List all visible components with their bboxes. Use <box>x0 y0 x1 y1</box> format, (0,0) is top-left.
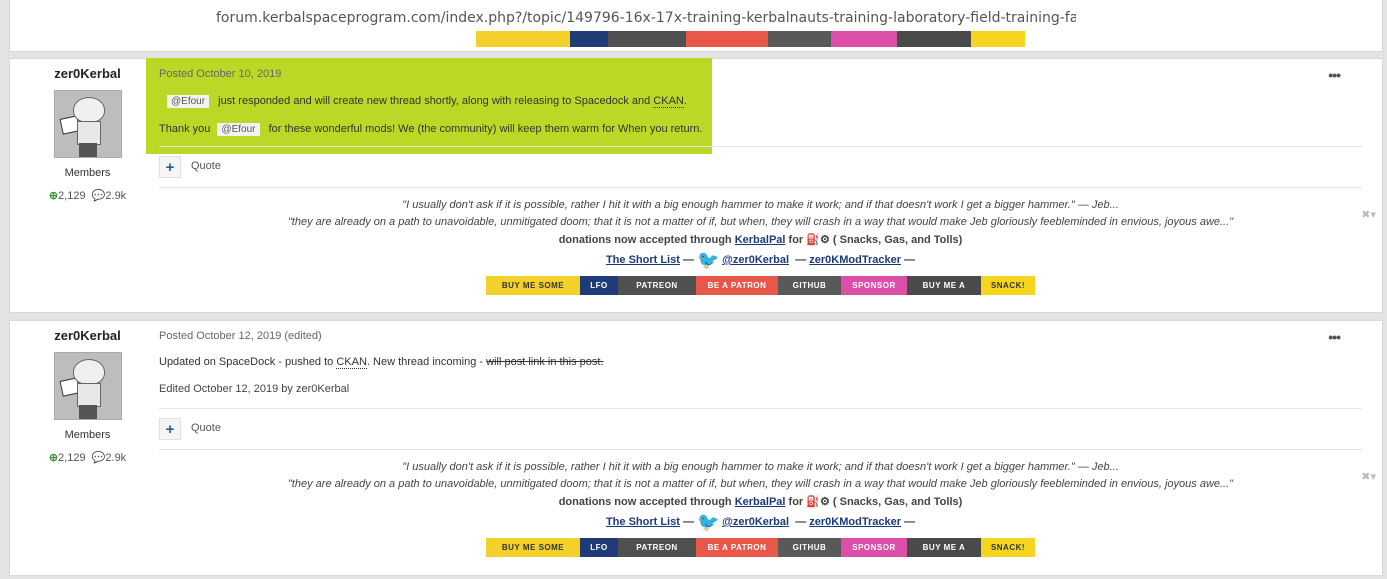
donation-line: donations now accepted through KerbalPal… <box>558 496 963 508</box>
kerbalpal-link[interactable]: KerbalPal <box>735 234 786 246</box>
badge-patreon[interactable]: PATREON <box>618 276 696 295</box>
fuel-icons: ⛽⚙ <box>806 496 830 508</box>
ckan-abbr: CKAN <box>336 356 367 369</box>
quote-button[interactable]: Quote <box>191 422 221 434</box>
author-group: Members <box>64 167 111 179</box>
hide-signature-icon[interactable]: ✖▾ <box>1361 208 1376 221</box>
post-controls: + Quote <box>159 408 1362 450</box>
mod-tracker-link[interactable]: zer0KModTracker <box>809 516 901 528</box>
badge-github[interactable]: GITHUB <box>778 538 841 557</box>
signature-quote: "I usually don't ask if it is possible, … <box>402 199 1119 211</box>
donation-badges: BUY ME SOME LFO PATREON BE A PATRON GITH… <box>159 276 1362 295</box>
short-list-link[interactable]: The Short List <box>606 516 680 528</box>
reputation-icon: ⊕ <box>48 452 59 464</box>
multiquote-plus-icon[interactable]: + <box>159 418 181 440</box>
signature-quote: "they are already on a path to unavoidab… <box>287 478 1234 490</box>
forum-post: zer0Kerbal Members ⊕2,129 💬2.9k Posted O… <box>9 58 1383 313</box>
post-date: Posted October 10, 2019 <box>159 68 282 80</box>
avatar[interactable] <box>53 90 122 158</box>
reputation-count: 2,129 <box>58 452 86 464</box>
donation-badges: BUY ME SOME LFO PATREON BE A PATRON GITH… <box>159 538 1362 557</box>
badge-sponsor[interactable]: SPONSOR <box>841 276 907 295</box>
posts-icon: 💬 <box>91 190 106 202</box>
signature-quote: "they are already on a path to unavoidab… <box>287 216 1234 228</box>
author-group: Members <box>64 429 111 441</box>
twitter-icon: 🐦 <box>697 512 720 533</box>
post-controls: + Quote <box>159 146 1362 188</box>
badge-snack[interactable]: SNACK! <box>981 276 1035 295</box>
address-bar[interactable]: forum.kerbalspaceprogram.com/index.php?/… <box>206 5 1076 31</box>
fuel-icons: ⛽⚙ <box>806 234 830 246</box>
twitter-handle-link[interactable]: @zer0Kerbal <box>722 254 789 266</box>
signature-quote: "I usually don't ask if it is possible, … <box>402 461 1119 473</box>
edited-note: Edited October 12, 2019 by zer0Kerbal <box>159 383 350 395</box>
badge-sponsor[interactable]: SPONSOR <box>841 538 907 557</box>
author-name[interactable]: zer0Kerbal <box>10 66 165 81</box>
quote-button[interactable]: Quote <box>191 160 221 172</box>
avatar[interactable] <box>53 352 122 420</box>
post-menu-icon[interactable]: ••• <box>1328 67 1341 83</box>
twitter-icon: 🐦 <box>697 250 720 271</box>
badge-buy-me-some[interactable]: BUY ME SOME <box>486 538 580 557</box>
ckan-abbr: CKAN <box>653 95 684 108</box>
badge-buy-me-a[interactable]: BUY ME A <box>907 538 981 557</box>
badge-patreon[interactable]: PATREON <box>618 538 696 557</box>
hide-signature-icon[interactable]: ✖▾ <box>1361 470 1376 483</box>
author-panel: zer0Kerbal Members ⊕2,129 💬2.9k <box>10 321 165 464</box>
struck-text: will post link in this post. <box>486 356 604 368</box>
author-stats: ⊕2,129 💬2.9k <box>10 189 165 202</box>
author-panel: zer0Kerbal Members ⊕2,129 💬2.9k <box>10 59 165 202</box>
author-name[interactable]: zer0Kerbal <box>10 328 165 343</box>
badge-buy-me-a[interactable]: BUY ME A <box>907 276 981 295</box>
mod-tracker-link[interactable]: zer0KModTracker <box>809 254 901 266</box>
post-body-line: Thank you @Efour for these wonderful mod… <box>159 123 703 136</box>
badge-github[interactable]: GITHUB <box>778 276 841 295</box>
multiquote-plus-icon[interactable]: + <box>159 156 181 178</box>
post-menu-icon[interactable]: ••• <box>1328 329 1341 345</box>
badge-snack[interactable]: SNACK! <box>981 538 1035 557</box>
donation-line: donations now accepted through KerbalPal… <box>558 234 963 246</box>
badge-lfo[interactable]: LFO <box>580 276 618 295</box>
post-count: 2.9k <box>105 190 127 202</box>
twitter-handle-link[interactable]: @zer0Kerbal <box>722 516 789 528</box>
post-date: Posted October 12, 2019 (edited) <box>159 330 322 342</box>
signature: "I usually don't ask if it is possible, … <box>159 197 1376 295</box>
signature: "I usually don't ask if it is possible, … <box>159 459 1376 557</box>
post-count: 2.9k <box>105 452 127 464</box>
reputation-count: 2,129 <box>58 190 86 202</box>
badge-lfo[interactable]: LFO <box>580 538 618 557</box>
mention-link[interactable]: @Efour <box>217 123 260 136</box>
reputation-icon: ⊕ <box>48 190 59 202</box>
badge-be-a-patron[interactable]: BE A PATRON <box>696 276 778 295</box>
author-stats: ⊕2,129 💬2.9k <box>10 451 165 464</box>
signature-links: The Short List — 🐦 @zer0Kerbal — zer0KMo… <box>605 512 916 533</box>
mention-link[interactable]: @Efour <box>167 95 210 108</box>
forum-post: zer0Kerbal Members ⊕2,129 💬2.9k Posted O… <box>9 320 1383 576</box>
short-list-link[interactable]: The Short List <box>606 254 680 266</box>
kerbalpal-link[interactable]: KerbalPal <box>735 496 786 508</box>
badge-be-a-patron[interactable]: BE A PATRON <box>696 538 778 557</box>
post-body-line: @Efour just responded and will create ne… <box>167 94 687 109</box>
badge-buy-me-some[interactable]: BUY ME SOME <box>486 276 580 295</box>
post-body-line: Updated on SpaceDock - pushed to CKAN. N… <box>159 356 604 369</box>
signature-links: The Short List — 🐦 @zer0Kerbal — zer0KMo… <box>605 250 916 271</box>
posts-icon: 💬 <box>91 452 106 464</box>
